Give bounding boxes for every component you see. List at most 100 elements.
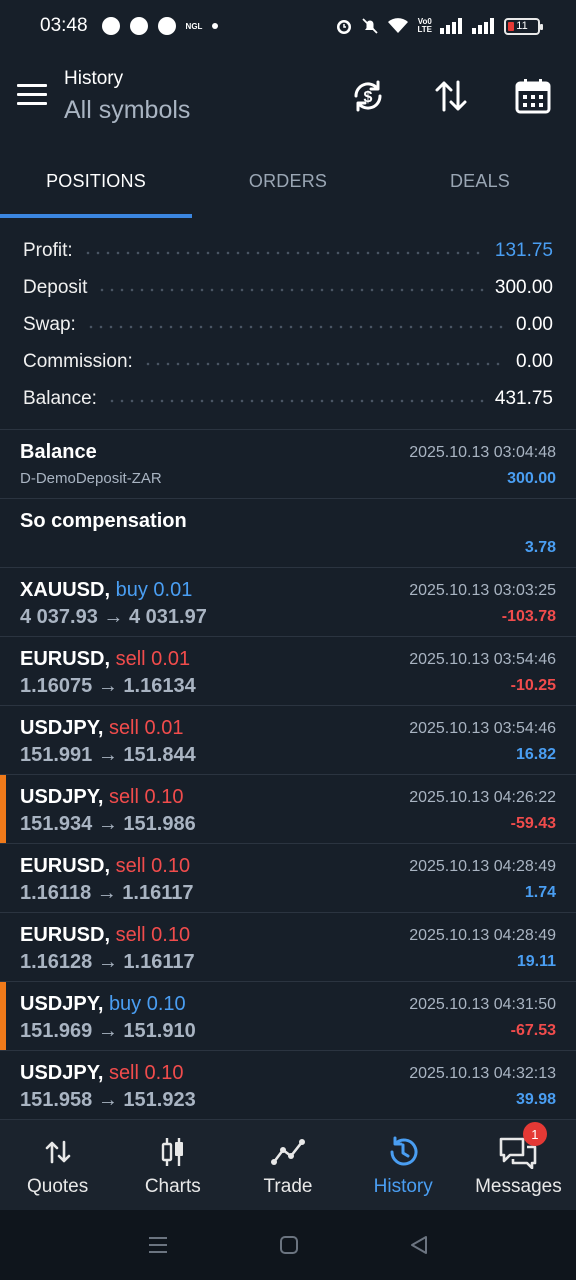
profit-value: 131.75 [494, 239, 553, 261]
nav-trade[interactable]: Trade [230, 1120, 345, 1210]
more-notifications-dot [212, 23, 219, 29]
row-title: EURUSD, sell 0.01 [20, 648, 190, 671]
row-title: USDJPY, buy 0.10 [20, 993, 186, 1016]
row-title: USDJPY, sell 0.10 [20, 1062, 183, 1085]
nav-messages[interactable]: Messages 1 [461, 1120, 576, 1210]
row-symbol: EURUSD, [20, 924, 111, 946]
volte-icon: Vo0 LTE [417, 17, 432, 34]
row-profit: 3.78 [524, 539, 556, 556]
row-side: buy [115, 579, 148, 601]
page-title: History [64, 68, 124, 89]
history-row[interactable]: EURUSD, sell 0.10 1.16118 → 1.16117 2025.1… [0, 844, 576, 913]
row-time: 2025.10.13 04:26:22 [409, 789, 556, 806]
history-row[interactable]: XAUUSD, buy 0.01 4 037.93 → 4 031.97 2025.… [0, 568, 576, 637]
row-volume: 0.10 [144, 786, 184, 808]
row-side: sell [115, 855, 146, 877]
row-symbol: USDJPY, [20, 993, 104, 1015]
row-title: So compensation [20, 510, 187, 533]
home-icon[interactable] [279, 1235, 299, 1255]
menu-icon[interactable] [17, 84, 47, 108]
chat-icon [157, 17, 176, 35]
calendar-button[interactable] [513, 76, 553, 116]
trade-icon [271, 1139, 305, 1165]
row-detail: 4 037.93 → 4 031.97 [20, 606, 207, 628]
row-profit: 300.00 [507, 470, 556, 487]
row-title: USDJPY, sell 0.01 [20, 717, 183, 740]
tab-deals[interactable]: DEALS [384, 145, 576, 218]
row-time: 2025.10.13 03:54:46 [409, 720, 556, 737]
row-time: 2025.10.13 04:31:50 [409, 996, 556, 1013]
row-side: sell [115, 924, 146, 946]
row-symbol: USDJPY, [20, 786, 104, 808]
history-list: Balance D-DemoDeposit-ZAR 2025.10.13 03:04… [0, 430, 576, 1120]
tab-positions[interactable]: POSITIONS [0, 145, 192, 218]
commission-value: 0.00 [516, 350, 553, 372]
telegram-icon [101, 17, 120, 35]
ngl-icon: NGL [185, 21, 203, 31]
row-volume: 0.01 [151, 648, 191, 670]
row-side: sell [108, 1062, 139, 1084]
row-side: buy [108, 993, 142, 1015]
row-time: 2025.10.13 04:28:49 [409, 927, 556, 944]
row-profit: -10.25 [510, 677, 556, 694]
tab-orders[interactable]: ORDERS [192, 145, 384, 218]
mute-icon [362, 18, 379, 34]
symbol-filter[interactable]: All symbols [64, 96, 190, 125]
system-icons: Vo0 LTE 11 [335, 17, 543, 35]
nav-quotes[interactable]: Quotes [0, 1120, 115, 1210]
row-profit: -59.43 [510, 815, 556, 832]
sort-icon [435, 80, 467, 112]
row-time: 2025.10.13 04:28:49 [409, 858, 556, 875]
row-time: 2025.10.13 04:32:13 [409, 1065, 556, 1082]
recent-apps-icon[interactable] [147, 1235, 169, 1255]
row-title: XAUUSD, buy 0.01 [20, 579, 192, 602]
row-detail: 1.16075 → 1.16134 [20, 675, 196, 697]
summary-swap: Swap: 0.00 [23, 313, 553, 335]
currency-exchange-icon: $ [354, 80, 382, 112]
currency-exchange-button[interactable]: $ [348, 76, 388, 116]
history-row[interactable]: USDJPY, sell 0.10 151.958 → 151.923 2025.1… [0, 1051, 576, 1120]
history-row[interactable]: So compensation 3.78 [0, 499, 576, 568]
row-title: USDJPY, sell 0.10 [20, 786, 183, 809]
row-title: EURUSD, sell 0.10 [20, 855, 190, 878]
sort-button[interactable] [431, 76, 471, 116]
balance-value: 431.75 [494, 387, 553, 409]
row-profit: -103.78 [501, 608, 556, 625]
nav-history[interactable]: History [346, 1120, 461, 1210]
summary-balance: Balance: 431.75 [23, 387, 553, 409]
status-time: 03:48 [40, 15, 88, 36]
row-volume: 0.10 [146, 993, 186, 1015]
history-row[interactable]: EURUSD, sell 0.01 1.16075 → 1.16134 2025.1… [0, 637, 576, 706]
back-icon[interactable] [409, 1235, 429, 1255]
row-volume: 0.10 [144, 1062, 184, 1084]
summary-panel: Profit: 131.75 Deposit 300.00 Swap: 0.00… [0, 232, 576, 417]
row-side: sell [108, 717, 139, 739]
row-symbol: Balance [20, 441, 97, 463]
deposit-value: 300.00 [494, 276, 553, 298]
row-profit: -67.53 [510, 1022, 556, 1039]
history-row[interactable]: Balance D-DemoDeposit-ZAR 2025.10.13 03:04… [0, 430, 576, 499]
row-detail: 1.16128 → 1.16117 [20, 951, 195, 973]
history-row[interactable]: USDJPY, sell 0.01 151.991 → 151.844 2025.1… [0, 706, 576, 775]
signal-icon [440, 18, 462, 34]
row-time: 2025.10.13 03:03:25 [409, 582, 556, 599]
bottom-nav: Quotes Charts Trade History Messages 1 [0, 1120, 576, 1210]
nav-charts[interactable]: Charts [115, 1120, 230, 1210]
history-row[interactable]: USDJPY, buy 0.10 151.969 → 151.910 2025.10… [0, 982, 576, 1051]
system-nav-bar [0, 1210, 576, 1280]
row-time: 2025.10.13 03:04:48 [409, 444, 556, 461]
summary-deposit: Deposit 300.00 [23, 276, 553, 298]
wifi-icon [388, 18, 409, 33]
notification-icons: NGL [101, 17, 219, 35]
row-symbol: So compensation [20, 510, 187, 532]
row-profit: 1.74 [524, 884, 556, 901]
row-profit: 16.82 [515, 746, 556, 763]
status-bar: 03:48 NGL Vo0 LTE 11 [0, 0, 576, 52]
history-row[interactable]: USDJPY, sell 0.10 151.934 → 151.986 2025.1… [0, 775, 576, 844]
row-detail: 151.958 → 151.923 [20, 1089, 196, 1111]
summary-profit: Profit: 131.75 [23, 239, 553, 261]
row-side: sell [115, 648, 146, 670]
svg-text:$: $ [364, 89, 373, 106]
history-row[interactable]: EURUSD, sell 0.10 1.16128 → 1.16117 2025.1… [0, 913, 576, 982]
row-profit: 39.98 [515, 1091, 556, 1108]
